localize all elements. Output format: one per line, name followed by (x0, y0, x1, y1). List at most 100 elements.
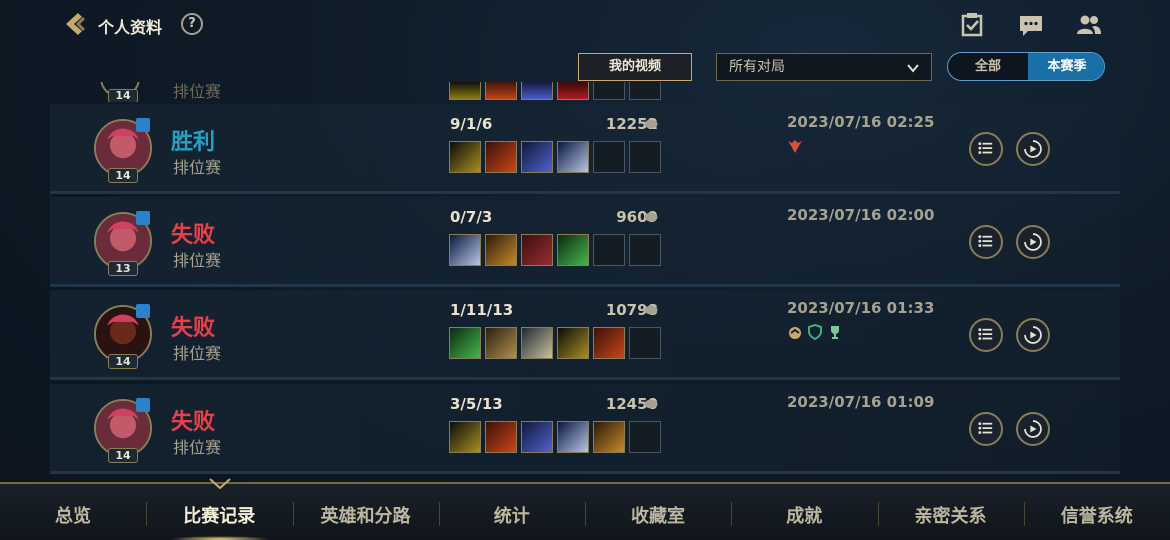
kda: 3/5/13 (450, 395, 503, 413)
replay-icon (1024, 140, 1042, 158)
match-type-value: 所有对局 (729, 59, 785, 75)
tab-separator (1023, 502, 1025, 526)
match-result: 失败 (171, 316, 216, 341)
item-slot[interactable] (557, 421, 589, 453)
my-videos-button[interactable]: 我的视频 (578, 53, 692, 81)
item-slot[interactable] (629, 141, 661, 173)
tab-separator (146, 502, 148, 526)
match-badges (787, 138, 803, 158)
replay-icon (1024, 326, 1042, 344)
replay-icon (1024, 420, 1042, 438)
medal-icon (787, 324, 803, 340)
match-mode: 排位赛 (173, 251, 222, 270)
item-slot[interactable] (521, 421, 553, 453)
bottom-tab-bar: 总览 比赛记录 英雄和分路 统计 收藏室 成就 亲密关系 信誉系统 (0, 478, 1170, 540)
match-details-button[interactable] (969, 132, 1003, 166)
tab-separator (292, 502, 294, 526)
item-slot[interactable] (629, 327, 661, 359)
gold-coin-icon (644, 119, 658, 129)
item-slot[interactable] (485, 234, 517, 266)
tab-separator (877, 502, 879, 526)
item-slot[interactable] (449, 327, 481, 359)
top-header: 个人资料 ? (0, 0, 1170, 50)
item-slots (449, 421, 661, 453)
gold-coin-icon (644, 212, 658, 222)
tab-8[interactable]: 信誉系统 (1024, 502, 1170, 528)
match-row[interactable]: 14 胜利 排位赛 9/1/6 12252 2023/07/16 02:25 (50, 104, 1120, 194)
party-icon (136, 304, 150, 318)
tab-2[interactable]: 比赛记录 (146, 502, 292, 528)
kda: 9/1/6 (450, 115, 493, 133)
back-chevron-icon[interactable] (60, 10, 90, 38)
level-badge: 13 (108, 261, 138, 276)
tab-7[interactable]: 亲密关系 (878, 502, 1024, 528)
party-icon (136, 211, 150, 225)
kda: 1/11/13 (450, 301, 514, 319)
item-slots (449, 327, 661, 359)
item-slot[interactable] (485, 421, 517, 453)
item-slot[interactable] (629, 421, 661, 453)
item-slot[interactable] (557, 141, 589, 173)
toggle-current-season[interactable]: 本赛季 (1028, 53, 1104, 80)
item-slot[interactable] (449, 421, 481, 453)
page-title: 个人资料 (98, 18, 163, 37)
item-slot[interactable] (593, 141, 625, 173)
tab-1[interactable]: 总览 (0, 502, 146, 528)
match-mode: 排位赛 (173, 344, 222, 363)
item-slot[interactable] (557, 327, 589, 359)
item-slot[interactable] (593, 234, 625, 266)
party-icon (136, 118, 150, 132)
item-slot[interactable] (485, 327, 517, 359)
match-date: 2023/07/16 01:09 (787, 393, 935, 411)
trophy-icon (827, 324, 843, 340)
tab-6[interactable]: 成就 (731, 502, 877, 528)
list-icon (978, 235, 993, 247)
level-badge: 14 (108, 168, 138, 183)
match-result: 胜利 (171, 130, 216, 155)
match-mode: 排位赛 (173, 438, 222, 457)
tab-4[interactable]: 统计 (439, 502, 585, 528)
checklist-icon[interactable] (959, 12, 985, 38)
replay-button[interactable] (1016, 318, 1050, 352)
tab-separator (585, 502, 586, 526)
match-details-button[interactable] (969, 318, 1003, 352)
item-slot[interactable] (521, 327, 553, 359)
help-icon[interactable]: ? (181, 13, 203, 35)
match-type-select[interactable]: 所有对局 (716, 53, 932, 81)
tab-5[interactable]: 收藏室 (585, 502, 731, 528)
active-tab-marker-icon (209, 478, 231, 490)
tab-separator (438, 502, 440, 526)
friends-icon[interactable] (1076, 12, 1102, 38)
item-slot[interactable] (629, 234, 661, 266)
match-row[interactable]: 13 失败 排位赛 0/7/3 9609 2023/07/16 02:00 (50, 197, 1120, 287)
active-tab-glow (170, 536, 270, 540)
toggle-all[interactable]: 全部 (948, 53, 1028, 80)
match-details-button[interactable] (969, 225, 1003, 259)
level-badge: 14 (108, 354, 138, 369)
tab-separator (731, 502, 733, 526)
item-slot[interactable] (521, 141, 553, 173)
match-date: 2023/07/16 02:00 (787, 206, 935, 224)
item-slot[interactable] (449, 234, 481, 266)
match-details-button[interactable] (969, 412, 1003, 446)
item-slot[interactable] (449, 141, 481, 173)
shield-icon (807, 323, 823, 341)
item-slot[interactable] (485, 141, 517, 173)
replay-button[interactable] (1016, 225, 1050, 259)
item-slot[interactable] (593, 421, 625, 453)
party-icon (136, 398, 150, 412)
kda: 0/7/3 (450, 208, 493, 226)
match-badges (787, 323, 843, 344)
match-row[interactable]: 14 失败 排位赛 3/5/13 12450 2023/07/16 01:09 (50, 384, 1120, 474)
replay-button[interactable] (1016, 412, 1050, 446)
replay-button[interactable] (1016, 132, 1050, 166)
match-row[interactable]: 14 失败 排位赛 1/11/13 10798 2023/07/16 01:33 (50, 290, 1120, 380)
chat-icon[interactable] (1018, 12, 1044, 38)
item-slot[interactable] (521, 234, 553, 266)
item-slot[interactable] (557, 234, 589, 266)
item-slot[interactable] (593, 327, 625, 359)
match-result: 失败 (171, 410, 216, 435)
list-icon (978, 422, 993, 434)
tab-3[interactable]: 英雄和分路 (293, 502, 439, 528)
chevron-down-icon (907, 64, 919, 73)
